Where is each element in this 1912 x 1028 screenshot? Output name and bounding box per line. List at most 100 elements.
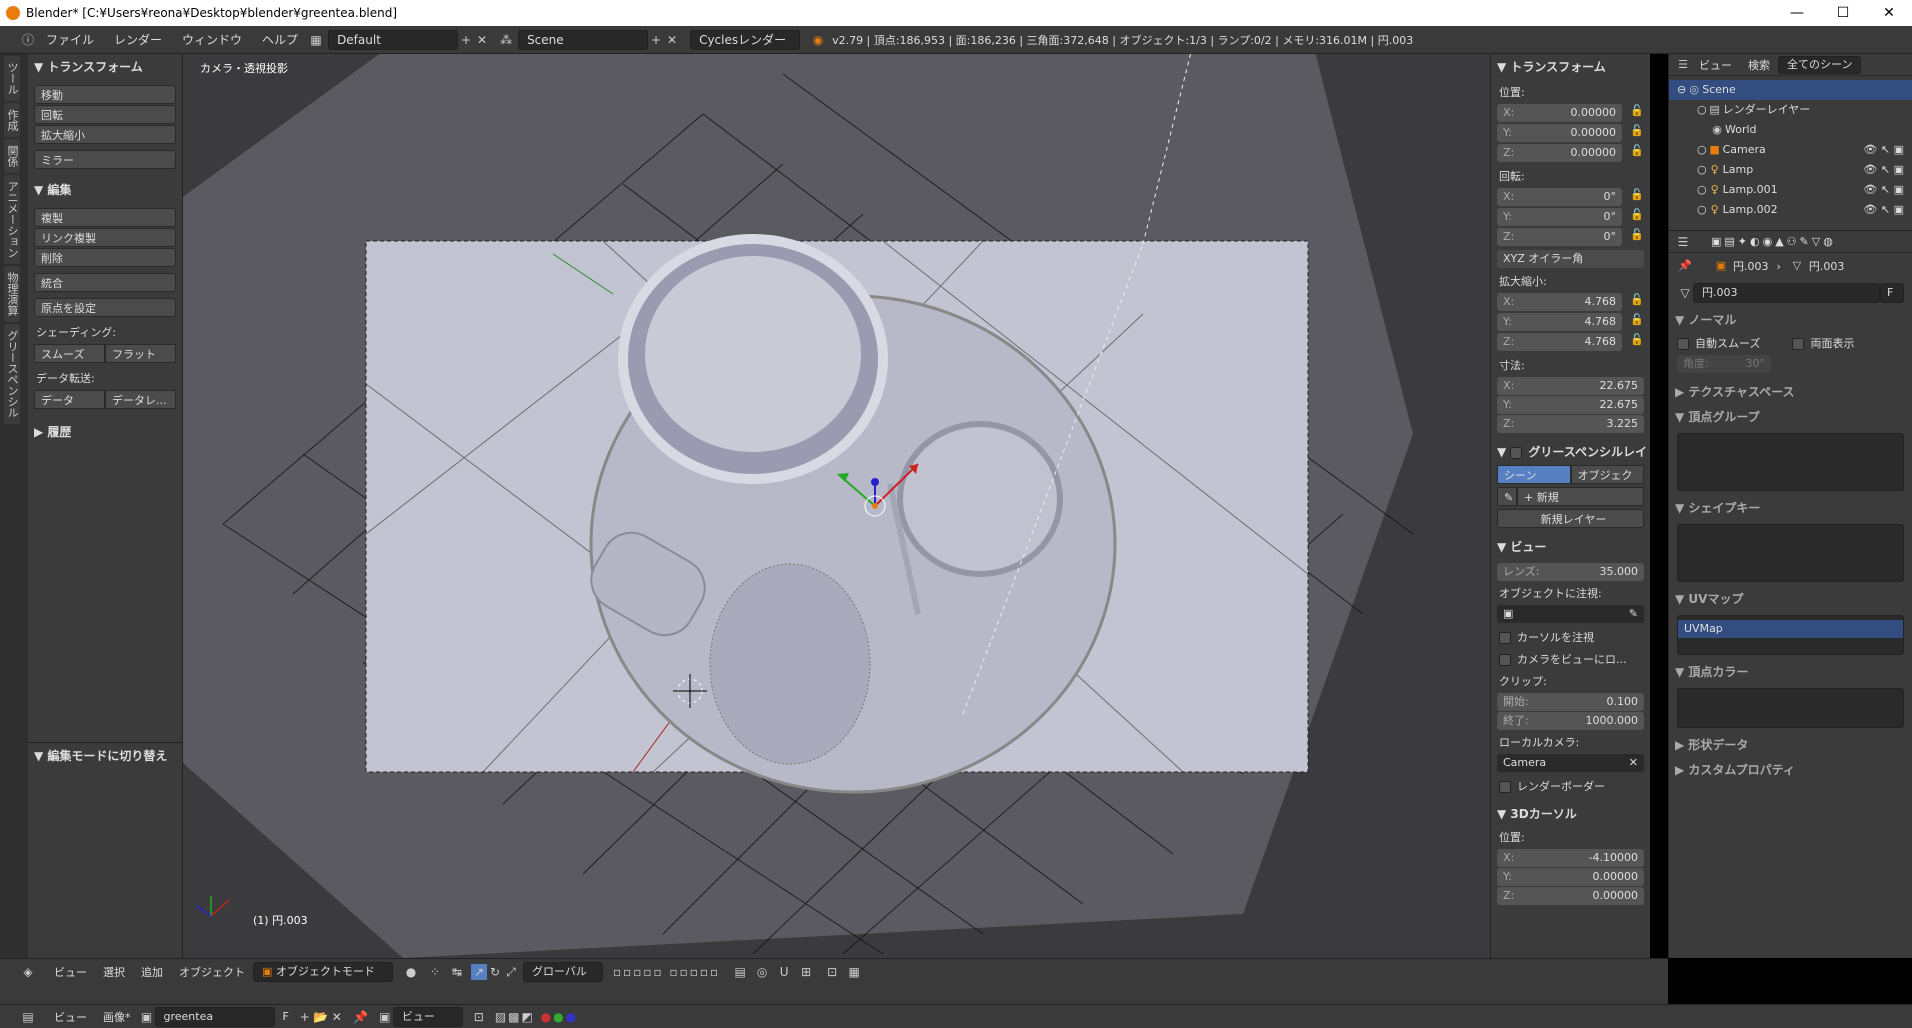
duplicate-linked-button[interactable]: リンク複製 — [34, 228, 176, 247]
visibility-icon[interactable]: 👁 ↖ ▣ — [1863, 200, 1904, 220]
outliner-item-world[interactable]: ◉ World — [1669, 120, 1912, 140]
rotation-y-field[interactable]: Y: 0° — [1497, 208, 1622, 226]
image-name-field[interactable]: greentea — [154, 1006, 275, 1027]
tab-relations[interactable]: 関係 — [4, 139, 20, 173]
pin-icon[interactable]: 📌 — [1677, 258, 1693, 274]
properties-icon[interactable]: ☰ — [1675, 234, 1691, 250]
rotation-z-field[interactable]: Z: 0° — [1497, 228, 1622, 246]
panel-header-transform[interactable]: ▼ トランスフォーム — [28, 54, 182, 79]
scale-z-field[interactable]: Z: 4.768 — [1497, 333, 1622, 351]
layout-select[interactable]: Default — [328, 29, 459, 50]
tab-animation[interactable]: アニメーション — [4, 175, 20, 264]
outliner-icon[interactable]: ☰ — [1675, 57, 1691, 73]
layers-icon[interactable]: ▫▫▫▫▫ ▫▫▫▫▫ — [613, 964, 720, 980]
data-layout-button[interactable]: データレ... — [105, 390, 176, 409]
dimension-y-field[interactable]: Y: 22.675 — [1497, 396, 1644, 414]
unlink-image-icon[interactable]: ✕ — [329, 1009, 345, 1025]
panel-header-3d-cursor[interactable]: ▼ 3Dカーソル — [1491, 801, 1650, 826]
tab-create[interactable]: 作成 — [4, 103, 20, 137]
panel-header-shape-keys[interactable]: ▼ シェイプキー — [1669, 495, 1912, 520]
view-select-icon[interactable]: ▣ — [377, 1009, 393, 1025]
3d-viewport[interactable]: カメラ・透視投影 (1) 円.003 — [183, 54, 1490, 958]
menu-add[interactable]: 追加 — [133, 964, 171, 980]
context-tabs-icon[interactable]: ▣▤✦◐◉▲⚇✎▽◍ — [1711, 235, 1836, 248]
clear-icon[interactable]: ✕ — [1629, 754, 1638, 772]
image-editor-icon[interactable]: ▤ — [20, 1009, 36, 1025]
outliner-filter-select[interactable]: 全てのシーン — [1778, 55, 1862, 74]
lock-layers-icon[interactable]: ▤ — [732, 964, 748, 980]
panel-header-vertex-groups[interactable]: ▼ 頂点グループ — [1669, 404, 1912, 429]
outliner-view-menu[interactable]: ビュー — [1691, 57, 1740, 73]
maximize-icon[interactable]: ☐ — [1820, 0, 1866, 26]
display-channels-icon[interactable]: ▨▩◩ ●●● — [495, 1009, 578, 1025]
translate-button[interactable]: 移動 — [34, 85, 176, 104]
scale-button[interactable]: 拡大縮小 — [34, 125, 176, 144]
local-camera-field[interactable]: Camera ✕ — [1497, 754, 1644, 772]
visibility-icon[interactable]: 👁 ↖ ▣ — [1863, 160, 1904, 180]
lock-icon[interactable]: 🔓 — [1628, 144, 1646, 162]
grease-pencil-checkbox[interactable] — [1510, 446, 1523, 459]
pin-icon[interactable]: 📌 — [353, 1009, 369, 1025]
lock-icon[interactable]: 🔓 — [1628, 208, 1646, 226]
remove-layout-icon[interactable]: ✕ — [474, 32, 490, 48]
gp-new-layer-button[interactable]: 新規レイヤー — [1497, 509, 1644, 528]
lock-icon[interactable]: 🔓 — [1628, 293, 1646, 311]
menu-window[interactable]: ウィンドウ — [172, 31, 252, 48]
menu-select[interactable]: 選択 — [95, 964, 133, 980]
opengl-render-icon[interactable]: ⊡ — [824, 964, 840, 980]
shading-icon[interactable]: ● — [403, 964, 419, 980]
gp-object-tab[interactable]: オブジェクト — [1570, 465, 1644, 501]
lock-icon[interactable]: 🔓 — [1628, 313, 1646, 331]
location-x-field[interactable]: X: 0.00000 — [1497, 104, 1622, 122]
lock-icon[interactable]: 🔓 — [1628, 333, 1646, 351]
panel-header-uv-maps[interactable]: ▼ UVマップ — [1669, 586, 1912, 611]
duplicate-button[interactable]: 複製 — [34, 208, 176, 227]
scene-select[interactable]: Scene — [518, 29, 649, 50]
panel-header-edit[interactable]: ▼ 編集 — [28, 177, 182, 202]
cursor-x-field[interactable]: X: -4.10000 — [1497, 849, 1644, 867]
tab-physics[interactable]: 物理演算 — [4, 266, 20, 322]
mesh-name-field[interactable]: 円.003 — [1693, 283, 1880, 303]
scale-y-field[interactable]: Y: 4.768 — [1497, 313, 1622, 331]
outliner-item-lamp-002[interactable]: ○ ♀ Lamp.002 👁 ↖ ▣ — [1669, 200, 1912, 220]
auto-smooth-angle-field[interactable]: 角度: 30° — [1677, 355, 1771, 373]
pivot-icon[interactable]: ⁘ — [427, 964, 443, 980]
rotation-mode-select[interactable]: XYZ オイラー角 — [1497, 250, 1644, 268]
panel-header-normals[interactable]: ▼ ノーマル — [1669, 307, 1912, 332]
add-layout-icon[interactable]: + — [458, 32, 474, 48]
outliner-item-lamp-001[interactable]: ○ ♀ Lamp.001 👁 ↖ ▣ — [1669, 180, 1912, 200]
eyedropper-icon[interactable]: ✎ — [1629, 605, 1638, 623]
render-animation-icon[interactable]: ▦ — [846, 964, 862, 980]
outliner-item-camera[interactable]: ○ ■ Camera 👁 ↖ ▣ — [1669, 140, 1912, 160]
pencil-icon[interactable]: ✎ — [1497, 487, 1517, 506]
lock-cursor-option[interactable]: カーソルを注視 — [1491, 626, 1650, 648]
flat-button[interactable]: フラット — [105, 344, 176, 363]
panel-header-grease-pencil[interactable]: ▼ グリースペンシルレイ — [1491, 439, 1650, 464]
editor-type-icon[interactable]: ◈ — [20, 964, 36, 980]
lock-icon[interactable]: 🔓 — [1628, 104, 1646, 122]
uv-map-item[interactable]: UVMap — [1678, 620, 1903, 638]
location-y-field[interactable]: Y: 0.00000 — [1497, 124, 1622, 142]
mirror-button[interactable]: ミラー — [34, 150, 176, 169]
rotate-button[interactable]: 回転 — [34, 105, 176, 124]
outliner-item-lamp[interactable]: ○ ♀ Lamp 👁 ↖ ▣ — [1669, 160, 1912, 180]
data-transfer-button[interactable]: データ — [34, 390, 105, 409]
close-icon[interactable]: ✕ — [1866, 0, 1912, 26]
vertex-groups-list[interactable] — [1677, 433, 1904, 491]
location-z-field[interactable]: Z: 0.00000 — [1497, 144, 1622, 162]
cursor-z-field[interactable]: Z: 0.00000 — [1497, 887, 1644, 905]
image-fake-user[interactable]: F — [275, 1010, 297, 1023]
proportional-edit-icon[interactable]: ◎ — [754, 964, 770, 980]
panel-header-vertex-colors[interactable]: ▼ 頂点カラー — [1669, 659, 1912, 684]
dimension-x-field[interactable]: X: 22.675 — [1497, 377, 1644, 395]
panel-header-editmode[interactable]: ▼ 編集モードに切り替え — [28, 742, 182, 768]
open-image-icon[interactable]: 📂 — [313, 1009, 329, 1025]
add-scene-icon[interactable]: + — [648, 32, 664, 48]
cursor-y-field[interactable]: Y: 0.00000 — [1497, 868, 1644, 886]
lock-icon[interactable]: 🔓 — [1628, 228, 1646, 246]
double-sided-option[interactable]: 両面表示 — [1792, 335, 1854, 351]
orientation-select[interactable]: グローバル — [523, 961, 603, 982]
lock-camera-option[interactable]: カメラをビューにロ... — [1491, 648, 1650, 670]
visibility-icon[interactable]: 👁 ↖ ▣ — [1863, 180, 1904, 200]
clip-end-field[interactable]: 終了: 1000.000 — [1497, 712, 1644, 730]
